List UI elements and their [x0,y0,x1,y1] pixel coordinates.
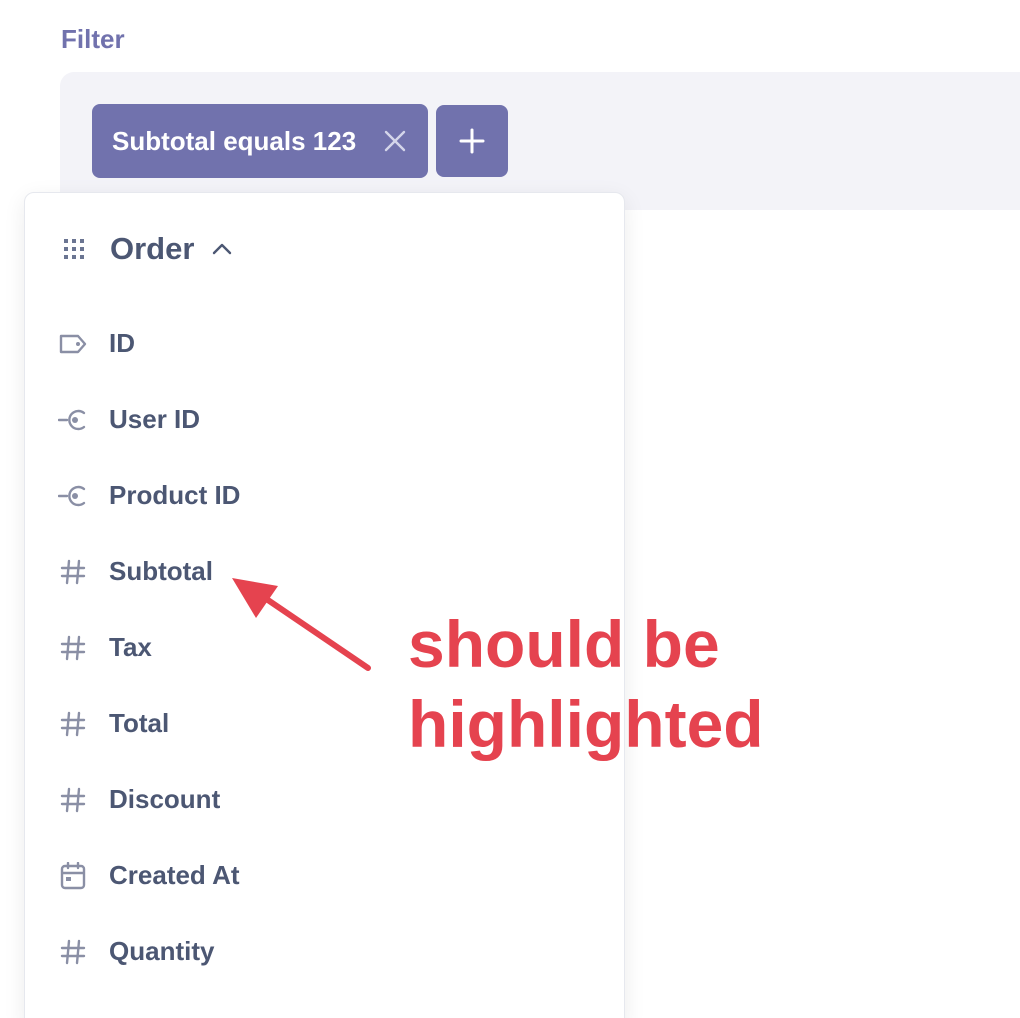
annotation-text: should be highlighted [408,604,764,764]
annotation-line-2: highlighted [408,687,764,761]
annotation-line-1: should be [408,607,720,681]
annotation-arrow [232,578,371,671]
page: Filter Subtotal equals 123 Order ID User… [0,0,1020,1018]
